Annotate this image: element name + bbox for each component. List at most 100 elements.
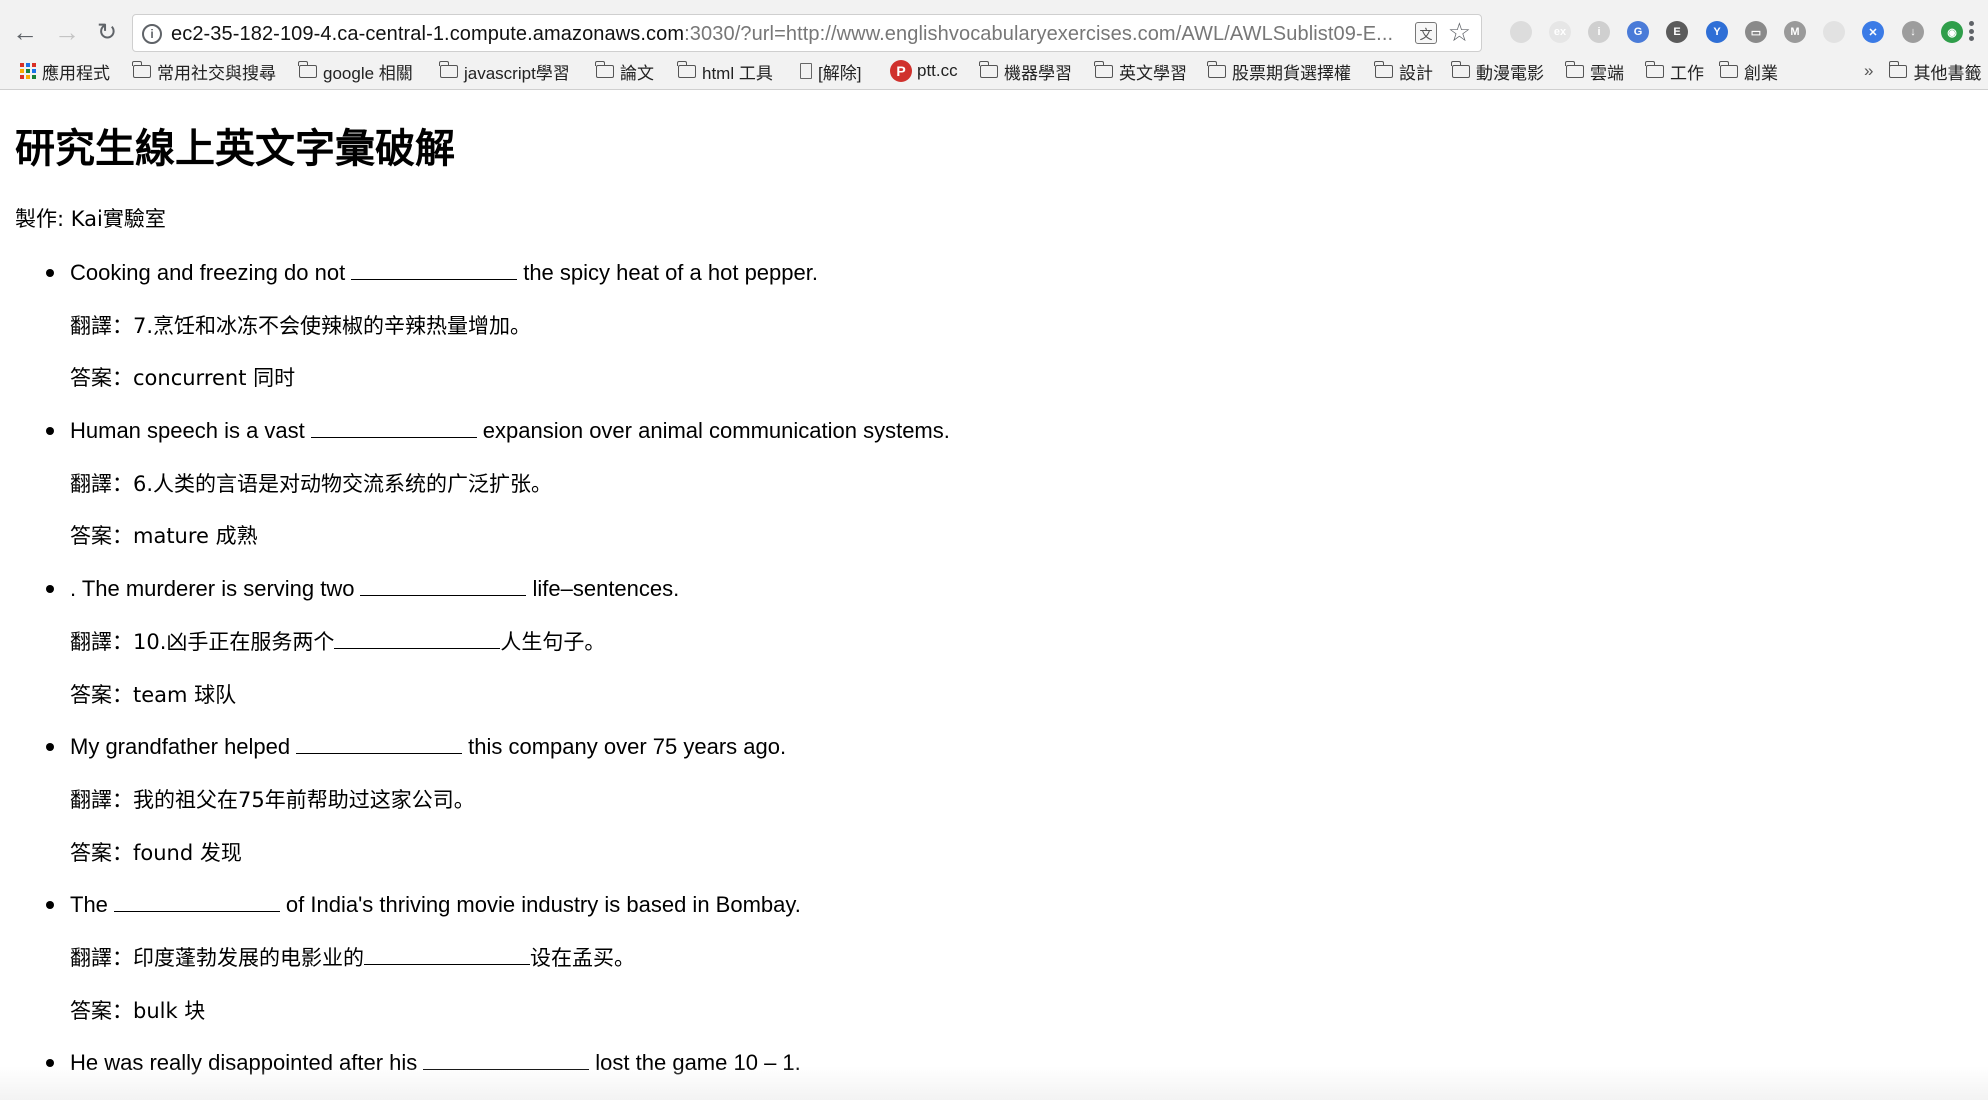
question-list: Cooking and freezing do not the spicy hea…	[15, 246, 1975, 1089]
bookmark-item[interactable]: 論文	[595, 59, 654, 83]
browser-chrome: ← → ↻ i ec2-35-182-109-4.ca-central-1.co…	[0, 0, 1988, 90]
question-text-before: . The murderer is serving two	[70, 576, 355, 602]
folder-icon	[439, 60, 458, 78]
answer-line: 答案：concurrent 同时	[70, 366, 296, 391]
url-host: ec2-35-182-109-4.ca-central-1.compute.am…	[171, 23, 685, 45]
folder-icon	[1719, 60, 1738, 78]
answer-line: 答案：mature 成熟	[70, 524, 258, 549]
translation-line: 翻譯：10.凶手正在服务两个 人生句子。	[70, 615, 1975, 668]
bookmark-label: 設計	[1399, 63, 1433, 83]
forward-arrow-icon[interactable]: →	[52, 17, 82, 47]
translation-text: 翻譯：6.人类的言语是对动物交流系统的广泛扩张。	[70, 471, 553, 496]
download-icon[interactable]: ↓	[1902, 21, 1924, 43]
bookmark-item[interactable]: 設計	[1374, 59, 1433, 83]
page-title: 研究生線上英文字彙破解	[15, 126, 455, 172]
translation-line: 翻譯：6.人类的言语是对动物交流系统的广泛扩张。	[70, 457, 1975, 510]
folder-icon	[1645, 60, 1664, 78]
folder-icon	[595, 60, 614, 78]
folder-icon	[1207, 60, 1226, 78]
bookmark-label: 股票期貨選擇權	[1232, 63, 1351, 83]
answer-blank	[310, 418, 477, 439]
adblock-icon[interactable]: ✕	[1862, 21, 1884, 43]
bookmark-label: 常用社交與搜尋	[157, 63, 276, 83]
bookmark-item[interactable]: 創業	[1719, 59, 1778, 83]
folder-icon	[132, 60, 151, 78]
answer-blank	[296, 734, 463, 755]
bullet-icon	[46, 901, 54, 910]
question-text-after: this company over 75 years ago.	[468, 734, 787, 760]
evernote-icon[interactable]: E	[1666, 21, 1688, 43]
more-bookmarks-chevron-icon[interactable]: » 其他書籤	[1864, 59, 1981, 83]
answer-blank	[351, 260, 518, 280]
question-text-before: The	[70, 892, 108, 918]
url-text[interactable]: ec2-35-182-109-4.ca-central-1.compute.am…	[171, 23, 1393, 46]
bookmark-label: html 工具	[702, 63, 773, 83]
moon-extension-icon[interactable]	[1823, 21, 1845, 43]
bookmark-label: google 相關	[323, 63, 413, 83]
folder-icon	[677, 60, 696, 78]
browser-menu-icon[interactable]	[1966, 16, 1976, 46]
question-text-before: Human speech is a vast	[70, 418, 305, 444]
question-sentence: My grandfather helped this company over 7…	[70, 720, 1975, 773]
question-sentence: Cooking and freezing do not the spicy hea…	[70, 246, 1975, 299]
translate-icon[interactable]: 文	[1415, 22, 1437, 44]
bookmark-label: 應用程式	[42, 63, 110, 83]
reload-icon[interactable]: ↻	[92, 17, 122, 47]
bookmark-item[interactable]: javascript學習	[439, 59, 570, 83]
folder-icon	[1565, 60, 1584, 78]
bookmark-item[interactable]: 常用社交與搜尋	[132, 59, 276, 83]
bookmark-item[interactable]: [解除]	[800, 59, 861, 83]
bookmark-item[interactable]: 動漫電影	[1451, 59, 1544, 83]
translate-extension-icon[interactable]: G	[1627, 21, 1649, 43]
page-content: 研究生線上英文字彙破解 製作: Kai實驗室 Cooking and freez…	[15, 92, 1975, 1089]
folder-icon	[1094, 60, 1113, 78]
translation-line: 翻譯：7.烹饪和冰冻不会使辣椒的辛辣热量增加。	[70, 299, 1975, 352]
bookmark-label: 動漫電影	[1476, 63, 1544, 83]
info-icon[interactable]: i	[142, 24, 162, 44]
apps-grid-icon	[20, 63, 36, 79]
bookmark-item[interactable]: 應用程式	[20, 59, 110, 83]
translation-text: 翻譯：10.凶手正在服务两个	[70, 629, 335, 654]
bookmark-label: 論文	[620, 63, 654, 83]
bookmark-item[interactable]: Pptt.cc	[890, 59, 958, 83]
bookmark-item[interactable]: 股票期貨選擇權	[1207, 59, 1351, 83]
cog-extension-icon[interactable]	[1510, 21, 1532, 43]
translation-line: 翻譯：印度蓬勃发展的电影业的 设在孟买。	[70, 931, 1975, 984]
folder-icon	[298, 60, 317, 78]
question-item: The of India's thriving movie industry is…	[15, 878, 1975, 1036]
bullet-icon	[46, 585, 54, 594]
question-item: Cooking and freezing do not the spicy hea…	[15, 246, 1975, 404]
translation-text-after: 设在孟买。	[530, 945, 635, 970]
bookmark-item[interactable]: 機器學習	[979, 59, 1072, 83]
bookmark-item[interactable]: 工作	[1645, 59, 1704, 83]
bookmark-item[interactable]: html 工具	[677, 59, 773, 83]
answer-line: 答案：team 球队	[70, 682, 237, 707]
bookmarks-bar: » 其他書籤 應用程式 常用社交與搜尋 google 相關 javascript學習 論…	[0, 57, 1988, 87]
back-arrow-icon[interactable]: ←	[10, 17, 40, 47]
bookmark-item[interactable]: 雲端	[1565, 59, 1624, 83]
bookmark-label: 工作	[1670, 63, 1704, 83]
feedly-icon[interactable]: ◉	[1941, 21, 1963, 43]
ex-extension-icon[interactable]: ex	[1549, 21, 1571, 43]
bookmark-label: 機器學習	[1004, 63, 1072, 83]
bookmark-item[interactable]: 英文學習	[1094, 59, 1187, 83]
answer-blank	[113, 892, 280, 913]
page-bottom-fade	[0, 1066, 1988, 1100]
bookmark-label: [解除]	[818, 63, 862, 83]
y-extension-icon[interactable]: Y	[1706, 21, 1728, 43]
bookmark-item[interactable]: google 相關	[298, 59, 413, 83]
other-bookmarks[interactable]: 其他書籤	[1888, 59, 1981, 84]
cast-icon[interactable]: ▭	[1745, 21, 1767, 43]
address-bar[interactable]: i ec2-35-182-109-4.ca-central-1.compute.…	[132, 14, 1482, 52]
circle-extension-icon[interactable]: i	[1588, 21, 1610, 43]
question-item: My grandfather helped this company over 7…	[15, 720, 1975, 878]
bullet-icon	[46, 269, 54, 277]
m-extension-icon[interactable]: M	[1784, 21, 1806, 43]
folder-icon	[1888, 60, 1908, 78]
translation-blank	[334, 629, 501, 649]
bookmark-label: javascript學習	[464, 63, 570, 83]
answer-line: 答案：bulk 块	[70, 998, 206, 1023]
answer-blank	[360, 576, 527, 597]
ptt-logo-icon: P	[890, 60, 912, 82]
bookmark-star-icon[interactable]: ☆	[1448, 18, 1471, 48]
